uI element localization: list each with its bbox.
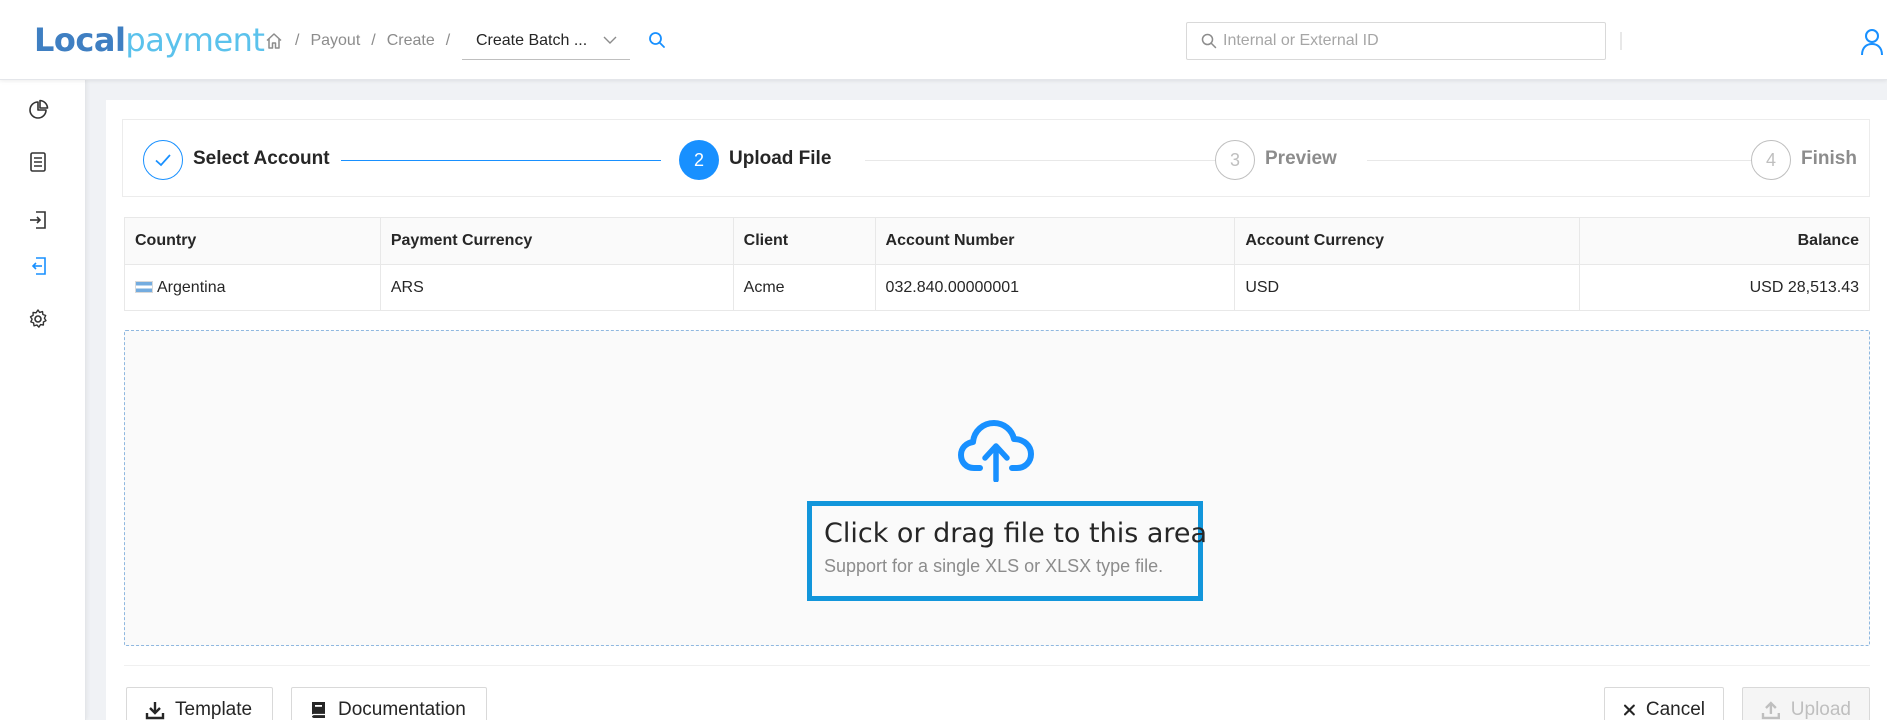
breadcrumb-create[interactable]: Create <box>387 32 435 50</box>
template-button[interactable]: Template <box>126 687 273 720</box>
divider <box>1620 32 1622 50</box>
step-4-circle: 4 <box>1751 140 1791 180</box>
home-icon[interactable] <box>264 31 284 51</box>
column-header: Client <box>732 217 876 265</box>
close-icon <box>1623 704 1635 716</box>
column-header: Payment Currency <box>379 217 734 265</box>
breadcrumb-separator: / <box>295 32 300 49</box>
breadcrumb-separator: / <box>445 32 451 49</box>
breadcrumb-payout[interactable]: Payout <box>310 32 360 50</box>
dropzone-text-highlight[interactable]: Click or drag file to this area Support … <box>807 501 1208 601</box>
cancel-button[interactable]: Cancel <box>1604 687 1724 720</box>
account-table: Country Payment Currency Client Account … <box>124 217 1870 311</box>
breadcrumb-separator: / <box>371 32 376 49</box>
sidebar-item-payout[interactable] <box>24 252 52 280</box>
dropzone-title: Click or drag file to this area <box>824 518 1208 549</box>
step-4-label: Finish <box>1801 148 1857 169</box>
column-header: Account Currency <box>1234 217 1581 265</box>
table-header-row: Country Payment Currency Client Account … <box>124 217 1870 265</box>
localpayment-logo[interactable]: Local payment <box>34 20 265 60</box>
user-icon[interactable] <box>1860 28 1884 56</box>
breadcrumb: / Payout / Create / <box>264 24 461 58</box>
sidebar-item-dashboard[interactable] <box>24 96 52 124</box>
cloud-upload-icon <box>958 420 1034 482</box>
step-1-check-circle <box>143 140 183 180</box>
sidebar-item-settings[interactable] <box>24 305 52 333</box>
step-1-label: Select Account <box>193 148 330 169</box>
breadcrumb-current-label: Create Batch ... <box>476 31 588 49</box>
search-icon[interactable] <box>647 30 667 50</box>
payment-currency-cell: ARS <box>379 264 734 311</box>
step-2-label: Upload File <box>729 148 832 169</box>
export-icon <box>31 257 46 275</box>
column-header: Account Number <box>874 217 1236 265</box>
argentina-flag-icon <box>135 280 153 293</box>
step-connector <box>865 160 1217 161</box>
book-icon <box>311 702 325 718</box>
id-search-field[interactable] <box>1186 22 1606 60</box>
step-2-circle: 2 <box>679 140 719 180</box>
column-header: Balance <box>1579 217 1870 265</box>
download-icon <box>145 702 165 720</box>
breadcrumb-current-select[interactable]: Create Batch ... <box>462 22 630 60</box>
balance-cell: USD 28,513.43 <box>1579 264 1870 311</box>
search-icon <box>1201 33 1217 49</box>
user-menu[interactable] <box>1620 28 1850 54</box>
account-currency-cell: USD <box>1234 264 1581 311</box>
check-icon <box>155 154 171 167</box>
country-cell: Argentina <box>124 264 381 311</box>
table-row: Argentina ARS Acme 032.840.00000001 USD … <box>124 264 1870 311</box>
column-header: Country <box>124 217 381 265</box>
sidebar-item-reports[interactable] <box>24 148 52 176</box>
file-dropzone[interactable]: Click or drag file to this area Support … <box>124 330 1870 646</box>
sidebar-item-payin[interactable] <box>24 206 52 234</box>
main-content: Select Account 2 Upload File 3 Preview 4… <box>106 100 1887 720</box>
dropzone-hint: Support for a single XLS or XLSX type fi… <box>824 556 1164 576</box>
progress-steps: Select Account 2 Upload File 3 Preview 4… <box>122 119 1870 197</box>
action-bar: Template Documentation Cancel Upload <box>124 665 1870 720</box>
chevron-down-icon <box>603 36 617 44</box>
step-connector <box>341 160 661 161</box>
step-connector <box>1367 160 1753 161</box>
document-list-icon <box>30 152 46 172</box>
import-icon <box>30 211 46 229</box>
step-3-label: Preview <box>1265 148 1337 169</box>
top-header: Local payment / Payout / Create / Create … <box>0 0 1887 80</box>
pie-chart-icon <box>29 99 49 119</box>
client-cell: Acme <box>732 264 876 311</box>
upload-button[interactable]: Upload <box>1742 687 1870 720</box>
documentation-button[interactable]: Documentation <box>291 687 487 720</box>
account-number-cell: 032.840.00000001 <box>874 264 1236 311</box>
upload-icon <box>1761 701 1780 720</box>
step-3-circle: 3 <box>1215 140 1255 180</box>
id-search-input[interactable] <box>1223 32 1583 50</box>
sidebar <box>0 80 86 720</box>
gear-icon <box>29 309 47 328</box>
